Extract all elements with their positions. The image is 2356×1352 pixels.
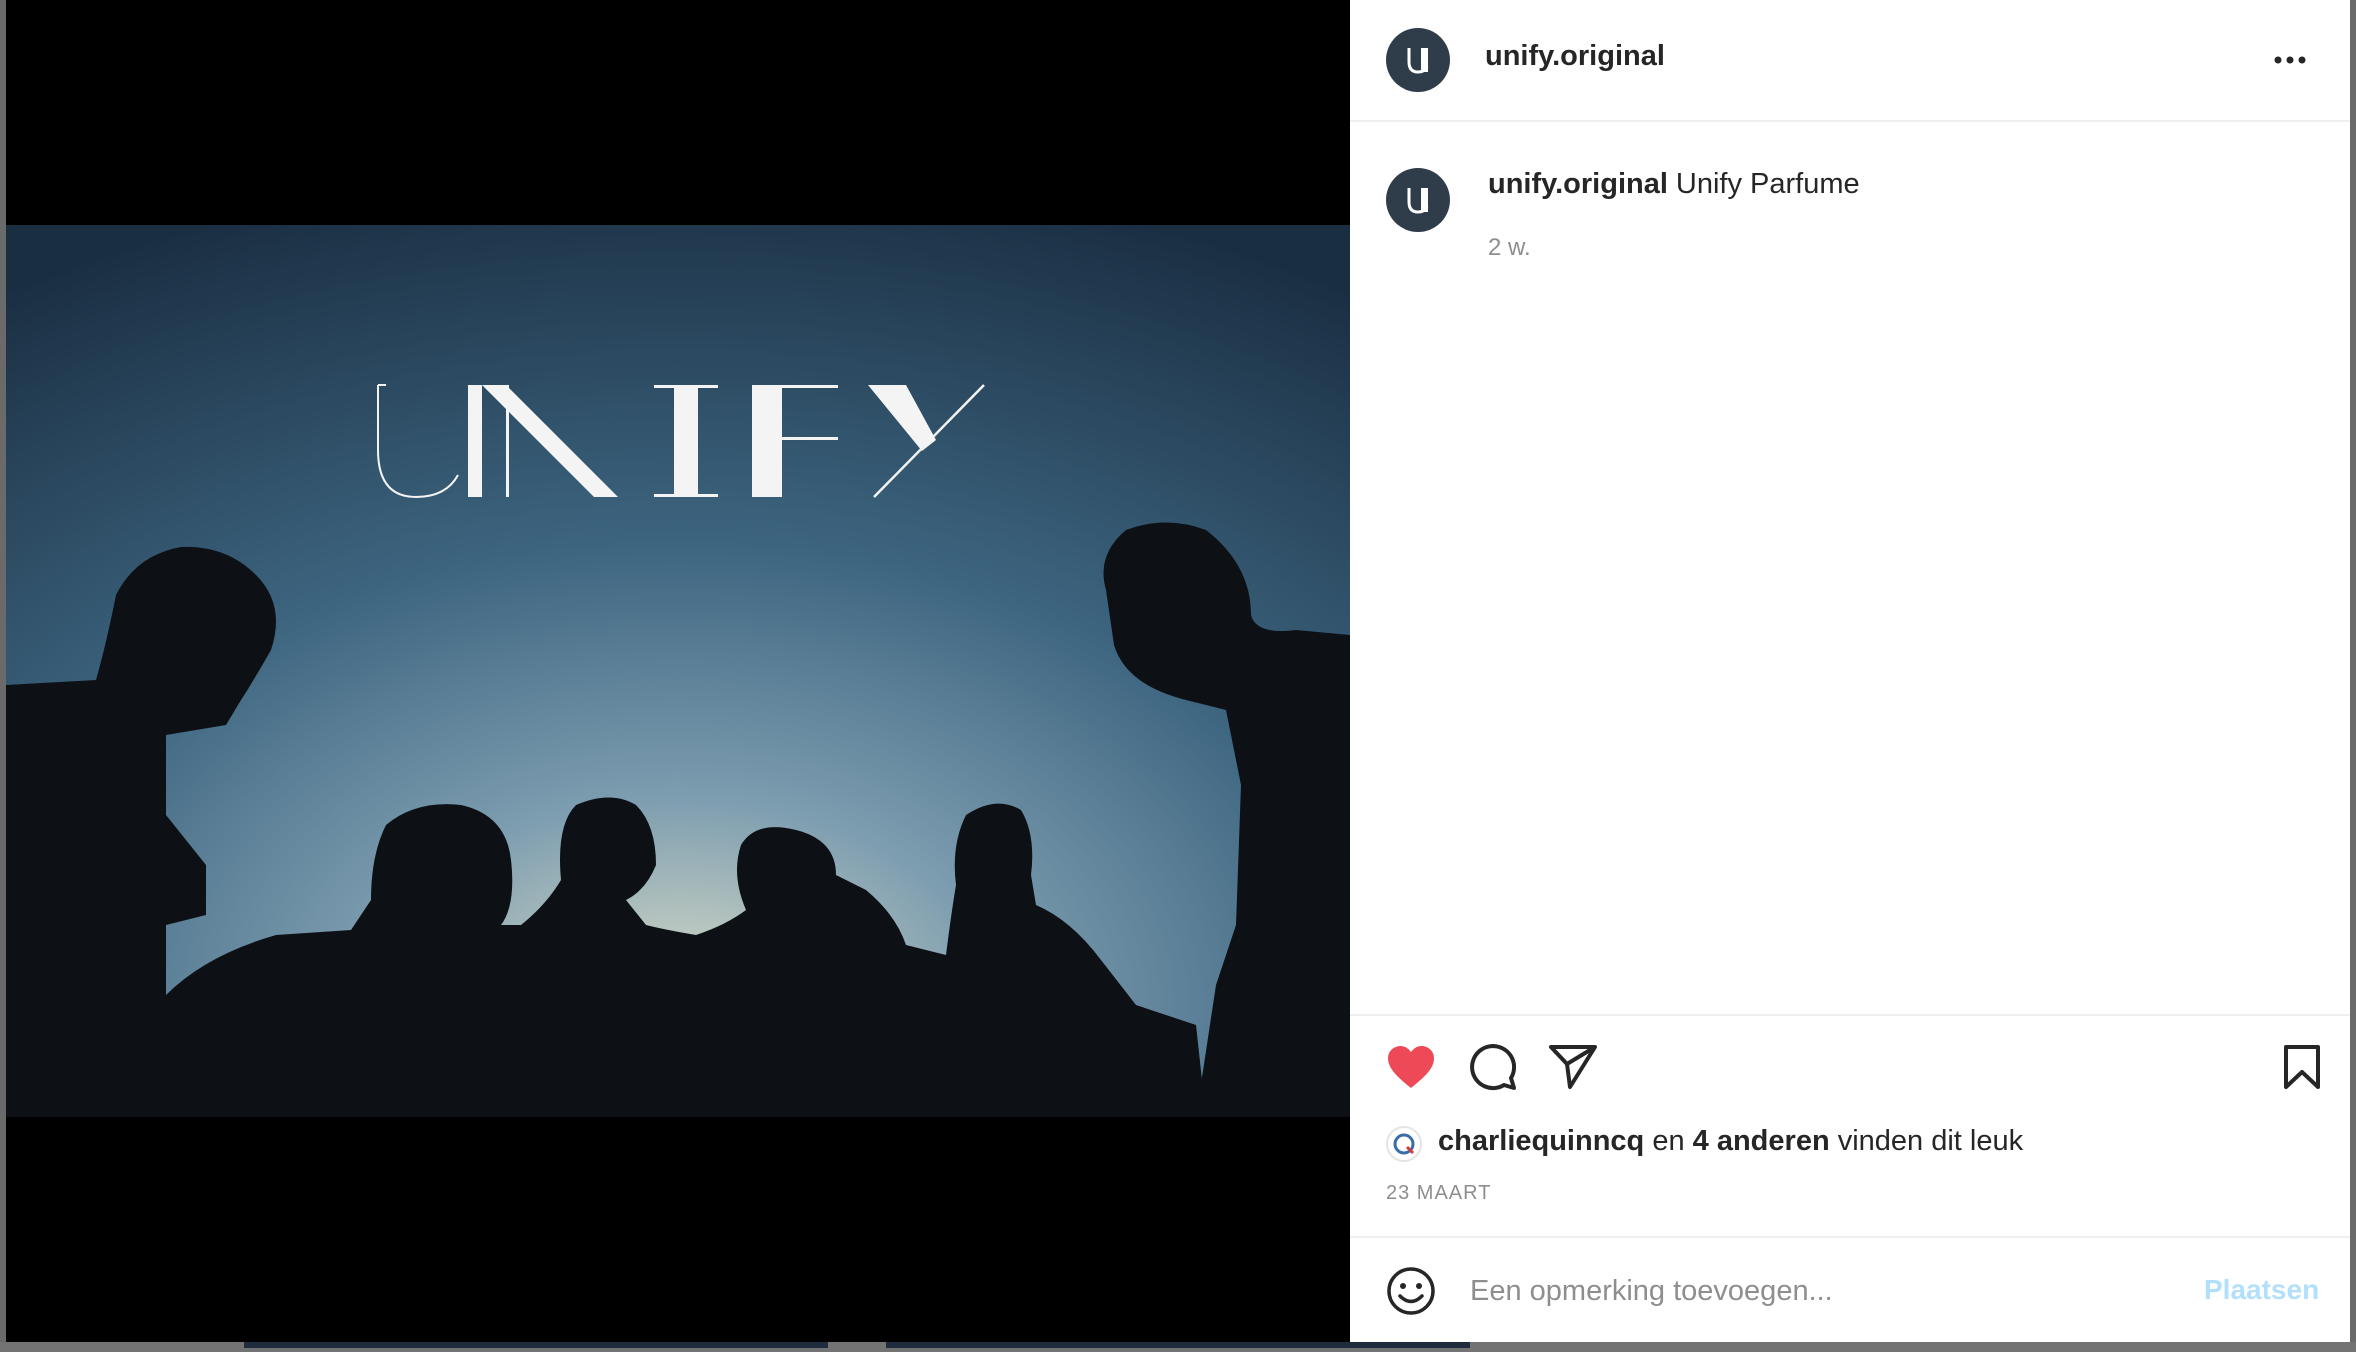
header-username[interactable]: unify.original <box>1485 40 1665 73</box>
likes-suffix: vinden dit leuk <box>1837 1125 2024 1157</box>
divider <box>1350 1236 2350 1238</box>
scrollbar-segment[interactable] <box>886 1342 1470 1348</box>
likes-others-link[interactable]: 4 anderen <box>1693 1125 1830 1157</box>
post-comment-button[interactable]: Plaatsen <box>2204 1274 2319 1306</box>
divider <box>1350 1014 2350 1016</box>
avatar-logo-icon <box>1407 48 1429 74</box>
caption-avatar[interactable] <box>1386 168 1450 232</box>
liker-username[interactable]: charliequinncq <box>1438 1125 1644 1157</box>
caption-text: Unify Parfume <box>1675 168 1860 200</box>
comment-input[interactable] <box>1468 1268 2172 1314</box>
more-options-icon[interactable] <box>2270 48 2310 72</box>
post-photo <box>6 225 1350 1117</box>
post-sidebar: unify.original unify.original Unify Parfu… <box>1350 0 2350 1342</box>
caption-username[interactable]: unify.original <box>1488 168 1668 200</box>
liker-logo-icon <box>1393 1133 1415 1155</box>
comment-icon[interactable] <box>1468 1042 1518 1097</box>
caption-timestamp[interactable]: 2 w. <box>1488 234 1531 262</box>
scrollbar-segment[interactable] <box>244 1342 828 1348</box>
post-date[interactable]: 23 MAART <box>1386 1182 1491 1205</box>
post-modal: unify.original unify.original Unify Parfu… <box>6 0 2350 1342</box>
post-media[interactable] <box>6 0 1350 1342</box>
liker-avatar[interactable] <box>1386 1126 1422 1162</box>
likes-summary: charliequinncq en 4 anderen vinden dit l… <box>1438 1125 2023 1158</box>
emoji-icon[interactable] <box>1386 1266 1436 1321</box>
share-icon[interactable] <box>1548 1044 1598 1095</box>
avatar-logo-icon <box>1407 188 1429 214</box>
bookmark-icon[interactable] <box>2282 1044 2322 1095</box>
likes-connector: en <box>1652 1125 1685 1157</box>
profile-avatar[interactable] <box>1386 28 1450 92</box>
post-header: unify.original <box>1350 0 2350 122</box>
post-caption: unify.original Unify Parfume <box>1488 168 1860 201</box>
heart-icon[interactable] <box>1386 1044 1436 1095</box>
